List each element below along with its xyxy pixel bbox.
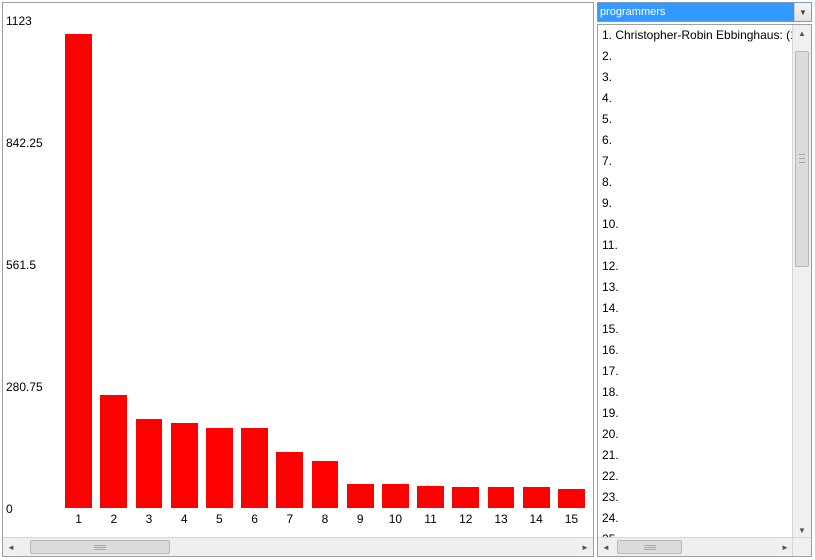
y-tick: 280.75: [6, 380, 43, 394]
list-item[interactable]: 19.: [598, 403, 793, 424]
list-item[interactable]: 16.: [598, 340, 793, 361]
list-item[interactable]: 4.: [598, 88, 793, 109]
bar: [417, 486, 444, 508]
plot-area: 123456789101112131415 0280.75561.5842.25…: [3, 3, 593, 536]
bar: [276, 452, 303, 508]
dropdown-value: programmers: [598, 3, 794, 21]
bar: [171, 423, 198, 508]
list-item[interactable]: 18.: [598, 382, 793, 403]
bar: [382, 484, 409, 508]
x-tick: 10: [389, 512, 402, 526]
x-tick: 6: [251, 512, 258, 526]
list-item[interactable]: 9.: [598, 193, 793, 214]
list-item[interactable]: 11.: [598, 235, 793, 256]
y-tick: 842.25: [6, 136, 43, 150]
list-hscroll-right-button[interactable]: ►: [777, 538, 793, 556]
vscroll-down-button[interactable]: ▼: [793, 522, 811, 538]
chevron-down-icon[interactable]: ▼: [794, 3, 811, 21]
x-tick: 3: [146, 512, 153, 526]
bar: [452, 487, 479, 508]
x-tick: 7: [286, 512, 293, 526]
x-tick: 13: [494, 512, 507, 526]
list-item[interactable]: 15.: [598, 319, 793, 340]
bar: [100, 395, 127, 508]
x-tick: 15: [565, 512, 578, 526]
bar: [65, 34, 92, 508]
x-tick: 11: [424, 512, 436, 526]
category-dropdown[interactable]: programmers ▼: [597, 2, 812, 22]
bar: [347, 484, 374, 508]
hscroll-left-button[interactable]: ◄: [3, 538, 19, 556]
list-item[interactable]: 5.: [598, 109, 793, 130]
vscroll-up-button[interactable]: ▲: [793, 25, 811, 41]
list-item[interactable]: 10.: [598, 214, 793, 235]
x-tick: 1: [75, 512, 82, 526]
list-item[interactable]: 2.: [598, 46, 793, 67]
list-viewport: 1. Christopher-Robin Ebbinghaus: (11232.…: [598, 25, 793, 538]
scroll-corner: [792, 537, 811, 556]
bar: [312, 461, 339, 508]
y-tick: 561.5: [6, 258, 36, 272]
list-item[interactable]: 8.: [598, 172, 793, 193]
list-item[interactable]: 1. Christopher-Robin Ebbinghaus: (1123: [598, 25, 793, 46]
list-hscroll-left-button[interactable]: ◄: [598, 538, 614, 556]
side-panel: programmers ▼ 1. Christopher-Robin Ebbin…: [597, 2, 812, 557]
list-item[interactable]: 14.: [598, 298, 793, 319]
bar: [136, 419, 163, 508]
x-tick: 2: [110, 512, 117, 526]
list-item[interactable]: 13.: [598, 277, 793, 298]
list-hscroll[interactable]: ◄ ►: [598, 537, 793, 556]
list-item[interactable]: 23.: [598, 487, 793, 508]
bar: [523, 487, 550, 508]
list-item[interactable]: 12.: [598, 256, 793, 277]
hscroll-track[interactable]: [19, 538, 577, 556]
x-tick: 5: [216, 512, 223, 526]
list-item[interactable]: 21.: [598, 445, 793, 466]
hscroll-thumb[interactable]: [30, 540, 170, 554]
list-hscroll-thumb[interactable]: [617, 540, 682, 554]
x-tick: 12: [459, 512, 472, 526]
list-item[interactable]: 6.: [598, 130, 793, 151]
x-tick: 4: [181, 512, 188, 526]
list-item[interactable]: 3.: [598, 67, 793, 88]
list-hscroll-track[interactable]: [614, 538, 777, 556]
bar-region: 123456789101112131415: [61, 21, 589, 508]
y-tick: 0: [6, 502, 13, 516]
chart-panel: 123456789101112131415 0280.75561.5842.25…: [2, 2, 594, 557]
x-tick: 9: [357, 512, 364, 526]
results-list: 1. Christopher-Robin Ebbinghaus: (11232.…: [597, 24, 812, 557]
list-item[interactable]: 17.: [598, 361, 793, 382]
bar: [206, 428, 233, 508]
list-vscroll[interactable]: ▲ ▼: [792, 25, 811, 538]
vscroll-track[interactable]: [793, 41, 811, 522]
list-item[interactable]: 20.: [598, 424, 793, 445]
bar: [488, 487, 515, 508]
x-tick: 14: [530, 512, 543, 526]
hscroll-right-button[interactable]: ►: [577, 538, 593, 556]
list-item[interactable]: 24.: [598, 508, 793, 529]
bar: [558, 489, 585, 509]
list-item[interactable]: 22.: [598, 466, 793, 487]
y-tick: 1123: [6, 14, 32, 28]
vscroll-thumb[interactable]: [795, 51, 809, 267]
list-item[interactable]: 7.: [598, 151, 793, 172]
bar: [241, 428, 268, 508]
x-tick: 8: [322, 512, 329, 526]
chart-hscroll[interactable]: ◄ ►: [3, 537, 593, 556]
